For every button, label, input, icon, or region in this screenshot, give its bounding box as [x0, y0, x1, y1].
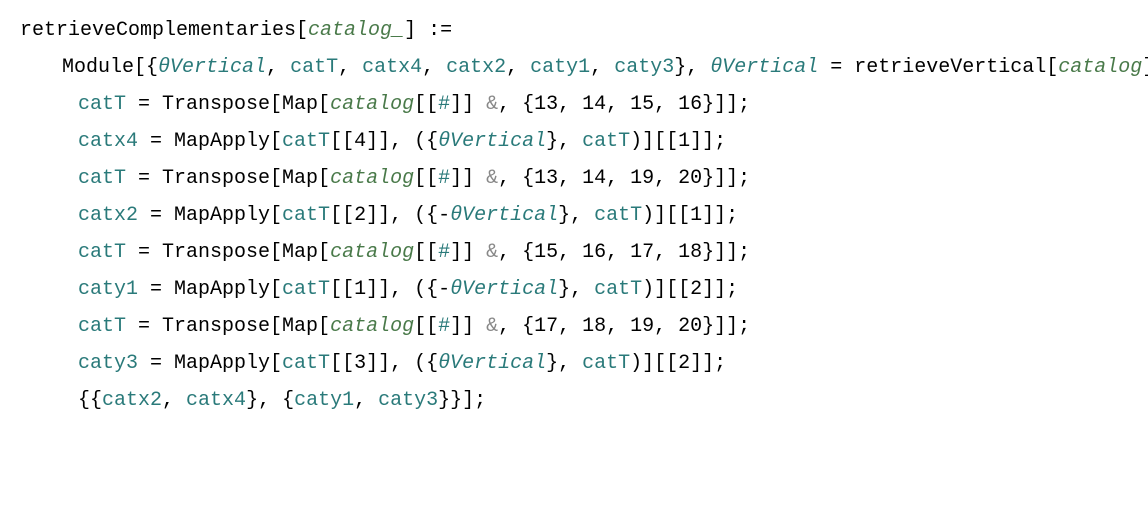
var: catT [282, 130, 330, 153]
slot: # [438, 315, 450, 338]
code-line-4: catx4 = MapApply[catT[[4]], ({θVertical}… [20, 123, 1128, 160]
slot: # [438, 93, 450, 116]
var: θVertical [438, 130, 546, 153]
var: catT [78, 241, 126, 264]
code-line-11: {{catx2, catx4}, {caty1, caty3}}]; [20, 382, 1128, 419]
var: catT [282, 204, 330, 227]
var: catx2 [78, 204, 138, 227]
var: catT [582, 352, 630, 375]
var: θVertical [450, 278, 558, 301]
code-line-7: catT = Transpose[Map[catalog[[#]] &, {15… [20, 234, 1128, 271]
var: caty3 [378, 389, 438, 412]
arg: catalog [1058, 56, 1142, 79]
var: caty3 [78, 352, 138, 375]
module-open: Module[{ [62, 56, 158, 79]
var: catx4 [362, 56, 422, 79]
code-line-6: catx2 = MapApply[catT[[2]], ({-θVertical… [20, 197, 1128, 234]
amp: & [474, 241, 498, 264]
var: catT [282, 278, 330, 301]
var: catT [78, 315, 126, 338]
code-line-1: retrieveComplementaries[catalog_] := [20, 12, 1128, 49]
param: catalog_ [308, 19, 404, 42]
arg: catalog [330, 167, 414, 190]
var: catx2 [446, 56, 506, 79]
var: θVertical [158, 56, 266, 79]
slot: # [438, 241, 450, 264]
arg: catalog [330, 315, 414, 338]
var: catT [594, 278, 642, 301]
code-line-5: catT = Transpose[Map[catalog[[#]] &, {13… [20, 160, 1128, 197]
slot: # [438, 167, 450, 190]
fn-def: retrieveComplementaries[ [20, 19, 308, 42]
var: catT [582, 130, 630, 153]
code-line-2: Module[{θVertical, catT, catx4, catx2, c… [20, 49, 1128, 86]
var: catT [282, 352, 330, 375]
var: caty1 [78, 278, 138, 301]
var: catT [290, 56, 338, 79]
code-line-8: caty1 = MapApply[catT[[1]], ({-θVertical… [20, 271, 1128, 308]
code-line-3: catT = Transpose[Map[catalog[[#]] &, {13… [20, 86, 1128, 123]
arg: catalog [330, 241, 414, 264]
var: θVertical [450, 204, 558, 227]
var: catx2 [102, 389, 162, 412]
amp: & [474, 315, 498, 338]
var: caty3 [614, 56, 674, 79]
var: catT [594, 204, 642, 227]
var: catT [78, 167, 126, 190]
var: caty1 [294, 389, 354, 412]
cl: ] := [404, 19, 452, 42]
amp: & [474, 93, 498, 116]
arg: catalog [330, 93, 414, 116]
var: θVertical [710, 56, 818, 79]
var: caty1 [530, 56, 590, 79]
var: catT [78, 93, 126, 116]
var: catx4 [186, 389, 246, 412]
code-line-10: caty3 = MapApply[catT[[3]], ({θVertical}… [20, 345, 1128, 382]
amp: & [474, 167, 498, 190]
var: catx4 [78, 130, 138, 153]
code-line-9: catT = Transpose[Map[catalog[[#]] &, {17… [20, 308, 1128, 345]
var: θVertical [438, 352, 546, 375]
